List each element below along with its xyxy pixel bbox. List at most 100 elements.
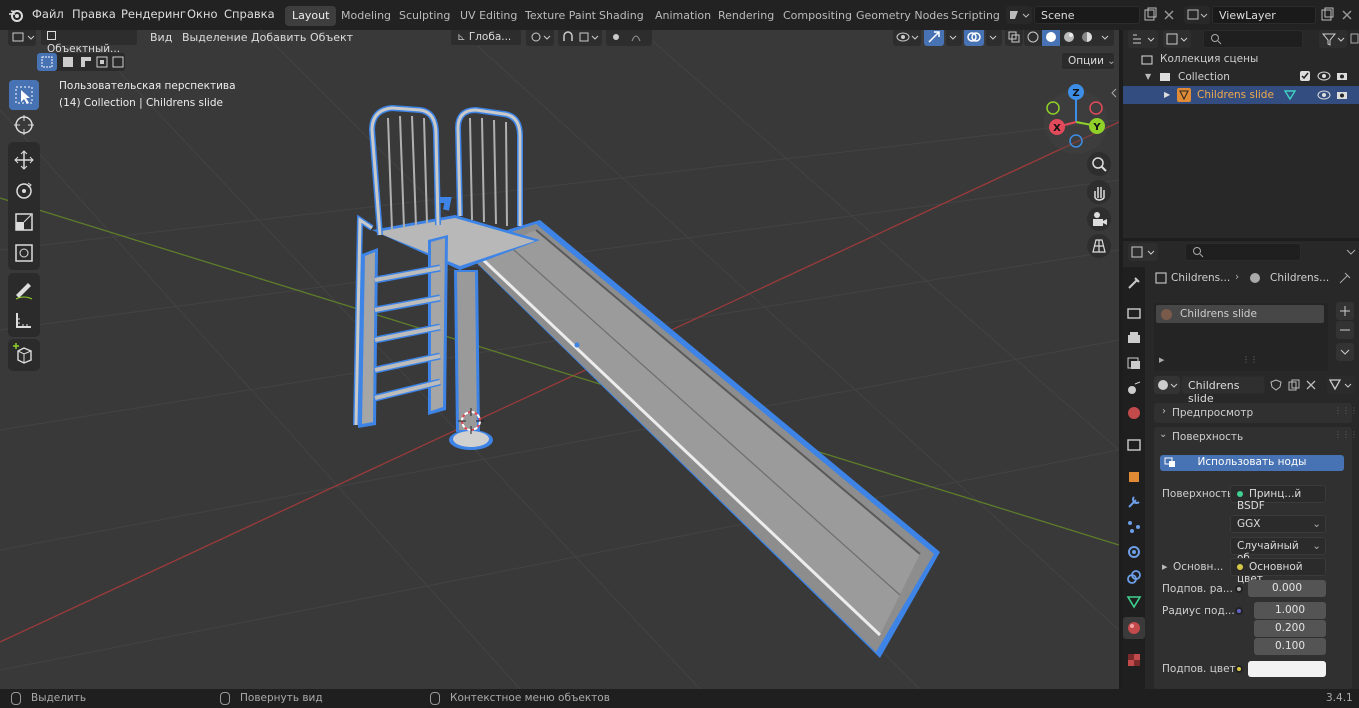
tab-sculpting[interactable]: Sculpting [392,6,457,26]
constraints-tab-icon[interactable] [1126,569,1142,585]
object-tab-icon[interactable] [1126,469,1142,485]
world-tab-icon[interactable] [1126,405,1142,421]
subsurface-color-swatch[interactable] [1248,661,1326,677]
view-layer-selector-button[interactable] [1184,6,1210,24]
radius-y-field[interactable]: 0.200 [1254,620,1326,637]
menu-object[interactable]: Объект [310,31,353,44]
subsurface-method-dropdown[interactable]: Случайный об...⌄ [1230,537,1326,564]
modifier-tab-icon[interactable] [1126,494,1142,510]
measure-tool[interactable] [9,305,39,335]
menu-window[interactable]: Окно [187,7,218,21]
tab-compositing[interactable]: Compositing [776,6,859,26]
sidebar-toggle-icon[interactable] [1110,87,1118,99]
remove-material-slot-button[interactable] [1336,321,1354,339]
object-visibility-eye-icon[interactable] [1317,89,1331,101]
rendered-shading-icon[interactable] [1082,32,1092,42]
material-name-field[interactable]: Childrens slide [1181,376,1265,405]
pivot-point-button[interactable] [526,30,554,46]
radius-z-field[interactable]: 0.100 [1254,638,1326,655]
resize-handle-icon[interactable]: ⋮⋮ [1242,355,1258,364]
subsurface-value-field[interactable]: 0.000 [1248,580,1326,597]
add-material-slot-button[interactable] [1336,302,1354,320]
solid-shading-icon[interactable] [1042,30,1060,46]
tab-scripting[interactable]: Scripting [944,6,1007,26]
tab-uv-editing[interactable]: UV Editing [453,6,524,26]
menu-help[interactable]: Справка [224,7,275,21]
new-view-layer-icon[interactable] [1319,7,1335,23]
scene-tab-icon[interactable] [1126,380,1142,396]
collection-exclude-checkbox[interactable] [1300,71,1310,81]
tab-shading[interactable]: Shading [592,6,651,26]
physics-tab-icon[interactable] [1126,544,1142,560]
gizmo-toggle-button[interactable] [924,30,944,46]
pan-view-button[interactable] [1087,180,1111,204]
menu-add[interactable]: Добавить [251,31,306,44]
drag-handle-icon[interactable]: ⋮⋮⋮ [1334,430,1358,439]
move-tool[interactable] [9,145,39,175]
preview-panel-header[interactable]: › Предпросмотр ⋮⋮⋮ [1154,403,1358,423]
display-mode-button[interactable] [1163,30,1191,48]
radius-x-field[interactable]: 1.000 [1254,602,1326,619]
view-layer-name-field[interactable]: ViewLayer [1212,6,1316,24]
blender-logo-icon[interactable] [8,7,24,23]
scene-name-field[interactable]: Scene [1034,6,1140,24]
duplicate-material-icon[interactable] [1287,378,1301,392]
new-collection-icon[interactable] [1350,30,1359,48]
wireframe-shading-icon[interactable] [1027,31,1039,43]
transform-orientation-dropdown[interactable]: ⊾ Глоба... [450,30,522,46]
tool-tab-icon[interactable] [1126,275,1142,291]
view-layer-tab-icon[interactable] [1126,355,1142,371]
perspective-toggle-button[interactable] [1087,234,1111,258]
outliner-search-input[interactable] [1203,30,1303,48]
outliner-editor-type-button[interactable] [1128,30,1158,48]
menu-edit[interactable]: Правка [72,7,116,21]
collection-tab-icon[interactable] [1126,437,1142,453]
properties-search-input[interactable] [1185,243,1301,261]
float-socket-icon[interactable] [1235,585,1243,593]
interaction-mode-dropdown[interactable]: Объектный... [40,30,138,55]
color-socket-icon[interactable] [1235,665,1243,673]
properties-editor-type-button[interactable] [1128,243,1158,261]
surface-shader-selector[interactable]: Принц...й BSDF [1230,485,1326,512]
pin-icon[interactable] [1338,271,1352,285]
select-new-icon[interactable] [37,53,57,71]
drag-handle-icon[interactable]: ⋮⋮⋮ [1334,406,1358,415]
use-nodes-button[interactable]: Использовать ноды [1160,455,1344,471]
select-extend-icon[interactable] [63,57,73,67]
snap-button[interactable] [558,30,602,46]
add-cube-tool[interactable] [9,340,39,370]
3d-viewport[interactable]: Z Y X Объектный... Вид Выделение Добавит… [0,30,1119,689]
xray-toggle-button[interactable] [1005,30,1023,46]
chevron-down-icon[interactable]: ⌄ [1159,429,1167,440]
texture-tab-icon[interactable] [1126,652,1142,668]
cursor-tool[interactable] [9,110,39,140]
new-scene-icon[interactable] [1142,7,1158,23]
scale-tool[interactable] [9,207,39,237]
overlay-toggle-button[interactable] [964,30,984,46]
collection-expand-icon[interactable]: ▼ [1145,72,1151,81]
rotate-tool[interactable] [9,176,39,206]
render-tab-icon[interactable] [1126,305,1142,321]
menu-file[interactable]: Файл [32,7,64,21]
base-color-link-field[interactable]: Основной цвет [1230,558,1326,585]
select-invert-icon[interactable] [96,56,108,68]
proportional-editing-button[interactable] [606,30,652,46]
tab-texture-paint[interactable]: Texture Paint [518,6,603,26]
filter-button[interactable] [1319,30,1347,48]
zoom-view-button[interactable] [1087,152,1111,176]
tab-rendering[interactable]: Rendering [711,6,781,26]
transform-tool[interactable] [9,238,39,268]
material-shading-icon[interactable] [1064,32,1074,42]
base-color-expand-icon[interactable]: ▶ [1162,563,1167,571]
object-expand-icon[interactable]: ▶ [1164,90,1170,99]
delete-view-layer-icon[interactable] [1339,7,1355,23]
material-tab-icon[interactable] [1123,617,1145,639]
shading-options-dropdown[interactable] [1098,30,1114,46]
material-link-dropdown[interactable] [1327,376,1355,394]
editor-type-button[interactable] [8,30,36,46]
mesh-data-icon[interactable] [1283,89,1297,101]
surface-panel-label[interactable]: Поверхность [1172,431,1243,443]
select-intersect-icon[interactable] [112,56,124,68]
select-subtract-icon[interactable] [81,57,91,67]
options-dropdown[interactable]: Опции ⌄ [1061,52,1116,70]
